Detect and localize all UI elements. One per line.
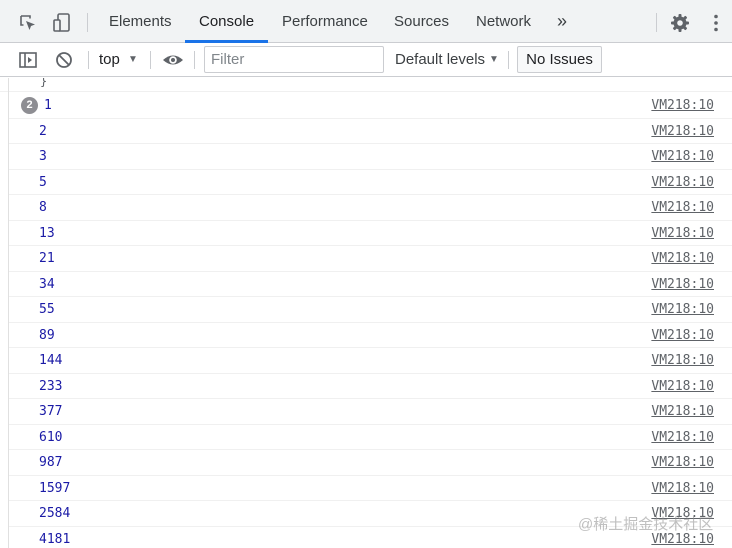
console-message-row: 21 VM218:10 bbox=[9, 93, 732, 119]
console-value: 987 bbox=[39, 455, 63, 470]
console-message-row: 55 VM218:10 bbox=[9, 297, 732, 323]
console-value: 233 bbox=[39, 378, 63, 394]
devtools-tabbar: Elements Console Performance Sources Net… bbox=[0, 0, 732, 43]
console-message-row: 8 VM218:10 bbox=[9, 195, 732, 221]
console-value: 1 bbox=[44, 98, 52, 113]
console-value: 89 bbox=[39, 327, 55, 343]
source-link[interactable]: VM218:10 bbox=[651, 353, 714, 368]
inspect-element-icon[interactable] bbox=[18, 13, 38, 33]
source-link[interactable]: VM218:10 bbox=[651, 200, 714, 215]
tab-elements[interactable]: Elements bbox=[109, 0, 172, 43]
source-link[interactable]: VM218:10 bbox=[651, 175, 714, 190]
source-link[interactable]: VM218:10 bbox=[651, 149, 714, 164]
console-value: 4181 bbox=[39, 531, 71, 547]
toolbar-divider bbox=[508, 51, 509, 69]
show-sidebar-icon[interactable] bbox=[18, 50, 38, 70]
source-link[interactable]: VM218:10 bbox=[651, 328, 714, 343]
console-value: 8 bbox=[39, 200, 47, 215]
device-toolbar-icon[interactable] bbox=[52, 12, 72, 34]
context-dropdown-caret-icon[interactable]: ▼ bbox=[128, 54, 138, 65]
tab-sources[interactable]: Sources bbox=[394, 0, 449, 43]
live-expression-eye-icon[interactable] bbox=[162, 51, 184, 69]
source-link[interactable]: VM218:10 bbox=[651, 404, 714, 419]
console-message-row: 3 VM218:10 bbox=[9, 144, 732, 170]
source-link[interactable]: VM218:10 bbox=[651, 277, 714, 292]
console-message-row: 2 VM218:10 bbox=[9, 119, 732, 144]
console-value: 2584 bbox=[39, 506, 71, 521]
console-message-row: 5 VM218:10 bbox=[9, 170, 732, 195]
console-value: 13 bbox=[39, 225, 55, 241]
console-message-tail: } bbox=[0, 78, 732, 92]
console-message-row: 144 VM218:10 bbox=[9, 348, 732, 374]
toolbar-divider bbox=[150, 51, 151, 69]
console-value: 5 bbox=[39, 174, 47, 190]
source-link[interactable]: VM218:10 bbox=[651, 481, 714, 496]
console-value: 21 bbox=[39, 251, 55, 266]
filter-input[interactable] bbox=[204, 46, 384, 73]
console-value: 144 bbox=[39, 353, 63, 368]
console-message-row: 610 VM218:10 bbox=[9, 425, 732, 450]
repeat-count-badge: 2 bbox=[21, 97, 38, 114]
console-message-row: 233 VM218:10 bbox=[9, 374, 732, 399]
tabbar-divider-right bbox=[656, 13, 657, 32]
toolbar-divider bbox=[194, 51, 195, 69]
console-value: 377 bbox=[39, 404, 63, 419]
levels-dropdown-caret-icon[interactable]: ▼ bbox=[489, 54, 499, 65]
source-link[interactable]: VM218:10 bbox=[651, 226, 714, 241]
tab-performance[interactable]: Performance bbox=[282, 0, 368, 43]
log-levels-dropdown[interactable]: Default levels bbox=[395, 43, 485, 77]
settings-gear-icon[interactable] bbox=[670, 13, 690, 33]
console-value: 610 bbox=[39, 429, 63, 445]
console-message-row: 13 VM218:10 bbox=[9, 221, 732, 246]
context-selector[interactable]: top bbox=[99, 43, 120, 77]
console-value: 3 bbox=[39, 149, 47, 164]
issues-button[interactable]: No Issues bbox=[517, 46, 602, 73]
source-link[interactable]: VM218:10 bbox=[651, 455, 714, 470]
console-output: } 2 1 VM218:10 2 VM218:10 3 VM218:10 5 VM218:10 8… bbox=[0, 78, 732, 548]
watermark: @稀土掘金技术社区 bbox=[578, 516, 714, 533]
console-message-row: 1597 VM218:10 bbox=[9, 476, 732, 501]
clear-console-icon[interactable] bbox=[54, 50, 74, 70]
closing-brace: } bbox=[40, 78, 48, 88]
console-value: 1597 bbox=[39, 480, 71, 496]
console-message-row: 987 VM218:10 bbox=[9, 450, 732, 476]
source-link[interactable]: VM218:10 bbox=[651, 302, 714, 317]
source-link[interactable]: VM218:10 bbox=[651, 430, 714, 445]
tab-console[interactable]: Console bbox=[199, 0, 254, 43]
console-message-row: 34 VM218:10 bbox=[9, 272, 732, 297]
console-value: 34 bbox=[39, 276, 55, 292]
console-toolbar: top ▼ Default levels ▼ No Issues bbox=[0, 43, 732, 77]
source-link[interactable]: VM218:10 bbox=[651, 124, 714, 139]
console-value: 55 bbox=[39, 302, 55, 317]
console-value: 2 bbox=[39, 123, 47, 139]
tab-network[interactable]: Network bbox=[476, 0, 531, 43]
source-link[interactable]: VM218:10 bbox=[651, 251, 714, 266]
toolbar-divider bbox=[88, 51, 89, 69]
console-message-row: 377 VM218:10 bbox=[9, 399, 732, 425]
tabbar-divider bbox=[87, 13, 88, 32]
console-gutter bbox=[8, 78, 9, 548]
source-link[interactable]: VM218:10 bbox=[651, 98, 714, 113]
more-tabs-button[interactable]: » bbox=[557, 0, 567, 43]
console-message-row: 89 VM218:10 bbox=[9, 323, 732, 348]
console-message-row: 21 VM218:10 bbox=[9, 246, 732, 272]
kebab-menu-icon[interactable] bbox=[706, 13, 726, 33]
source-link[interactable]: VM218:10 bbox=[651, 379, 714, 394]
